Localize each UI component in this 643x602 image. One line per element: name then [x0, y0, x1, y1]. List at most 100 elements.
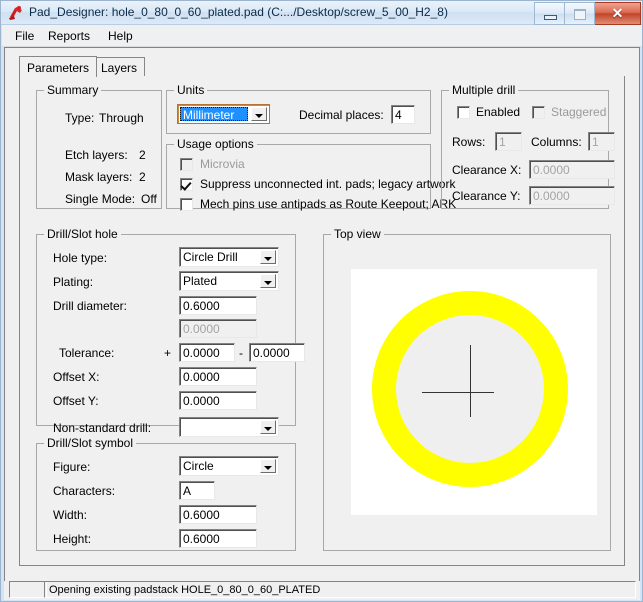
- application-window: Pad_Designer: hole_0_80_0_60_plated.pad …: [0, 0, 643, 602]
- group-drill-slot-hole: Drill/Slot hole Hole type: Circle Drill …: [36, 227, 305, 437]
- offset-x-input[interactable]: 0.0000: [179, 367, 257, 386]
- tolerance-dash: -: [239, 346, 243, 360]
- symbol-height-input[interactable]: 0.6000: [179, 529, 257, 548]
- maximize-icon: [574, 9, 586, 20]
- tab-strip: Parameters Layers: [19, 56, 625, 78]
- plating-label: Plating:: [53, 275, 94, 289]
- status-left-pane: [9, 581, 47, 598]
- pad-designer-icon: [9, 6, 22, 20]
- units-combobox[interactable]: Millimeter: [177, 104, 270, 124]
- multidrill-columns-label: Columns:: [531, 135, 582, 149]
- status-bar: Opening existing padstack HOLE_0_80_0_60…: [4, 581, 640, 600]
- group-multiple-drill: Multiple drill Enabled Staggered Rows: 1…: [441, 83, 615, 209]
- chevron-down-icon[interactable]: [260, 420, 276, 434]
- checkbox-microvia-label: Microvia: [200, 157, 245, 171]
- characters-label: Characters:: [53, 484, 116, 498]
- multidrill-columns-input[interactable]: 1: [588, 132, 615, 151]
- checkbox-mech-pins-antipads[interactable]: [180, 198, 193, 211]
- plating-combobox[interactable]: Plated: [179, 271, 279, 291]
- maximize-button[interactable]: [565, 2, 595, 25]
- characters-input[interactable]: A: [179, 481, 215, 500]
- group-drill-slot-symbol: Drill/Slot symbol Figure: Circle Charact…: [36, 436, 296, 551]
- summary-single-label: Single Mode:: [65, 192, 136, 206]
- group-usage-options: Usage options Microvia Suppress unconnec…: [166, 137, 456, 211]
- multidrill-clearance-y-label: Clearance Y:: [452, 189, 521, 203]
- checkbox-multidrill-staggered-label: Staggered: [551, 105, 607, 119]
- drill-diameter-label: Drill diameter:: [53, 299, 128, 313]
- menu-file[interactable]: File: [10, 28, 39, 44]
- multidrill-clearance-y-input[interactable]: 0.0000: [529, 186, 615, 205]
- menu-help[interactable]: Help: [103, 28, 138, 44]
- group-usage-title: Usage options: [174, 137, 257, 151]
- tab-page-parameters: Summary Type: Through Etch layers: 2 Mas…: [19, 76, 625, 566]
- summary-mask-label: Mask layers:: [65, 170, 133, 184]
- multidrill-clearance-x-input[interactable]: 0.0000: [529, 160, 615, 179]
- summary-etch-label: Etch layers:: [65, 148, 128, 162]
- figure-combobox[interactable]: Circle: [179, 456, 279, 476]
- symbol-width-input[interactable]: 0.6000: [179, 505, 257, 524]
- group-summary: Summary Type: Through Etch layers: 2 Mas…: [36, 83, 162, 209]
- tolerance-plus-sign: +: [164, 346, 172, 360]
- group-top-view: Top view: [323, 227, 611, 551]
- title-bar: Pad_Designer: hole_0_80_0_60_plated.pad …: [1, 1, 642, 25]
- hole-type-value: Circle Drill: [183, 250, 238, 264]
- checkbox-suppress-unconnected-label: Suppress unconnected int. pads; legacy a…: [200, 177, 456, 191]
- tolerance-minus-input[interactable]: 0.0000: [249, 343, 305, 362]
- checkbox-multidrill-enabled[interactable]: [457, 106, 470, 119]
- plating-value: Plated: [183, 274, 218, 288]
- minimize-icon: [544, 15, 557, 20]
- group-drill-symbol-title: Drill/Slot symbol: [44, 436, 137, 450]
- summary-type-label: Type:: [65, 111, 95, 125]
- minimize-button[interactable]: [534, 2, 565, 25]
- offset-x-label: Offset X:: [53, 370, 100, 384]
- tab-parameters[interactable]: Parameters: [19, 56, 98, 77]
- decimal-places-label: Decimal places:: [299, 108, 384, 122]
- group-units-title: Units: [174, 83, 208, 97]
- checkbox-microvia: [180, 158, 193, 171]
- multidrill-rows-label: Rows:: [452, 135, 486, 149]
- group-units: Units Millimeter Decimal places: 4: [166, 83, 431, 134]
- offset-y-input[interactable]: 0.0000: [179, 391, 257, 410]
- chevron-down-icon[interactable]: [260, 274, 276, 288]
- tab-layers[interactable]: Layers: [93, 57, 146, 76]
- tolerance-plus-input[interactable]: 0.0000: [179, 343, 235, 362]
- chevron-down-icon[interactable]: [260, 250, 276, 264]
- checkbox-multidrill-enabled-label: Enabled: [476, 105, 521, 119]
- summary-mask-value: 2: [139, 170, 146, 184]
- decimal-places-input[interactable]: 4: [391, 105, 415, 124]
- chevron-down-icon[interactable]: [251, 107, 267, 121]
- checkbox-multidrill-staggered: [532, 106, 545, 119]
- checkbox-mech-pins-antipads-label: Mech pins use antipads as Route Keepout;…: [200, 197, 457, 211]
- close-button[interactable]: ✕: [595, 2, 641, 25]
- group-multiple-drill-title: Multiple drill: [449, 83, 519, 97]
- window-title: Pad_Designer: hole_0_80_0_60_plated.pad …: [29, 5, 448, 19]
- group-summary-title: Summary: [44, 83, 102, 97]
- nonstandard-drill-combobox[interactable]: [179, 417, 279, 437]
- top-view-canvas[interactable]: [351, 269, 597, 515]
- group-top-view-title: Top view: [331, 227, 384, 241]
- hole-type-label: Hole type:: [53, 251, 108, 265]
- status-message: Opening existing padstack HOLE_0_80_0_60…: [44, 581, 636, 598]
- summary-type-value: Through: [99, 111, 144, 125]
- group-drill-hole-title: Drill/Slot hole: [44, 227, 121, 241]
- symbol-height-label: Height:: [53, 532, 92, 546]
- summary-single-value: Off: [141, 192, 157, 206]
- drill-diameter-secondary-input: 0.0000: [179, 319, 257, 338]
- crosshair-horizontal: [422, 392, 494, 393]
- nonstandard-drill-label: Non-standard drill:: [53, 421, 152, 435]
- summary-etch-value: 2: [139, 148, 146, 162]
- tolerance-label: Tolerance:: [59, 346, 115, 360]
- tab-active-mask: [20, 76, 92, 78]
- crosshair-vertical: [470, 345, 471, 417]
- menu-bar: File Reports Help: [2, 25, 642, 47]
- symbol-width-label: Width:: [53, 508, 88, 522]
- close-icon: ✕: [611, 5, 624, 21]
- multidrill-rows-input[interactable]: 1: [495, 132, 522, 151]
- checkbox-suppress-unconnected[interactable]: [180, 178, 193, 191]
- hole-type-combobox[interactable]: Circle Drill: [179, 247, 279, 267]
- drill-diameter-input[interactable]: 0.6000: [179, 296, 257, 315]
- units-combobox-value: Millimeter: [180, 107, 248, 122]
- chevron-down-icon[interactable]: [260, 459, 276, 473]
- menu-reports[interactable]: Reports: [43, 28, 95, 44]
- offset-y-label: Offset Y:: [53, 394, 99, 408]
